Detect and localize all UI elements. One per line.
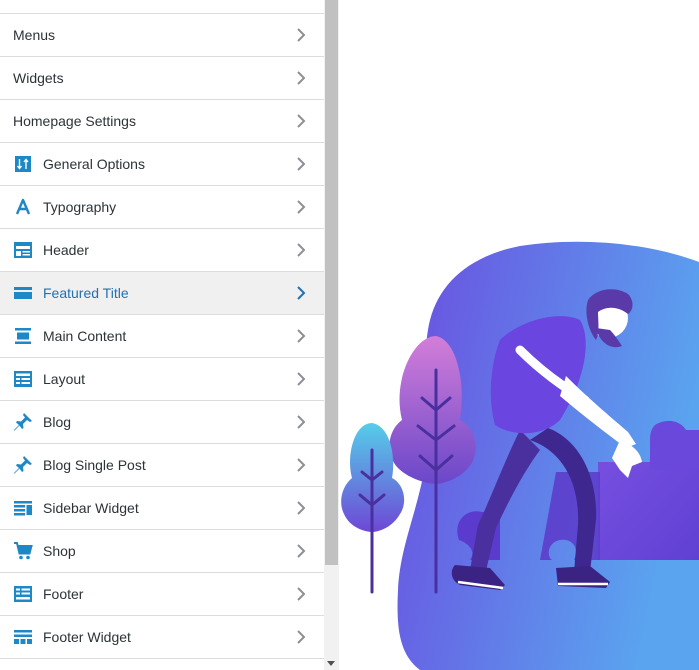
panel-item-label: Header [43, 242, 89, 258]
panel-item-label: Main Content [43, 328, 127, 344]
panel-item-label: General Options [43, 156, 145, 172]
sidebar-widget-icon [13, 498, 33, 518]
panel-item-label: Sidebar Widget [43, 500, 139, 516]
panel-item-label: Footer [43, 586, 84, 602]
chevron-right-icon [297, 415, 306, 429]
panel-item-typography[interactable]: Typography [0, 186, 324, 229]
panel-item-label: Typography [43, 199, 117, 215]
featured-title-icon [13, 283, 33, 303]
scroll-down-arrow-icon[interactable] [327, 661, 335, 666]
panel-item-label: Featured Title [43, 285, 129, 301]
chevron-right-icon [297, 28, 306, 42]
chevron-right-icon [297, 630, 306, 644]
sort-arrows-icon [13, 154, 33, 174]
layout-icon [13, 369, 33, 389]
chevron-right-icon [297, 372, 306, 386]
footer-icon [13, 584, 33, 604]
panel-item-blog-single-post[interactable]: Blog Single Post [0, 444, 324, 487]
main-content-icon [13, 326, 33, 346]
panel-item-footer-widget[interactable]: Footer Widget [0, 616, 324, 659]
chevron-right-icon [297, 157, 306, 171]
footer-widget-icon [13, 627, 33, 647]
customizer-sidebar: Menus Widgets Homepage Settings General … [0, 0, 324, 670]
panel-item-layout[interactable]: Layout [0, 358, 324, 401]
header-icon [13, 240, 33, 260]
pin-icon [13, 455, 33, 475]
panel-item-general-options[interactable]: General Options [0, 143, 324, 186]
typography-icon [13, 197, 33, 217]
panel-item-homepage-settings[interactable]: Homepage Settings [0, 100, 324, 143]
panel-item-label: Blog Single Post [43, 457, 146, 473]
panel-item-header[interactable]: Header [0, 229, 324, 272]
chevron-right-icon [297, 286, 306, 300]
panel-item-label: Shop [43, 543, 76, 559]
chevron-right-icon [297, 587, 306, 601]
chevron-right-icon [297, 458, 306, 472]
sidebar-scrollbar[interactable] [324, 0, 339, 670]
panel-item-label: Menus [13, 27, 56, 43]
panel-item-blog[interactable]: Blog [0, 401, 324, 444]
scrollbar-thumb[interactable] [325, 0, 338, 565]
chevron-right-icon [297, 501, 306, 515]
panel-item-sidebar-widget[interactable]: Sidebar Widget [0, 487, 324, 530]
panel-item-partial [0, 0, 324, 14]
panel-item-widgets[interactable]: Widgets [0, 57, 324, 100]
site-preview [339, 0, 699, 670]
chevron-right-icon [297, 200, 306, 214]
hero-illustration [341, 241, 699, 670]
panel-item-featured-title[interactable]: Featured Title [0, 272, 324, 315]
panel-item-label: Footer Widget [43, 629, 131, 645]
panel-item-menus[interactable]: Menus [0, 14, 324, 57]
chevron-right-icon [297, 329, 306, 343]
panel-item-label: Widgets [13, 70, 64, 86]
panel-item-label: Blog [43, 414, 72, 430]
pin-icon [13, 412, 33, 432]
panel-item-shop[interactable]: Shop [0, 530, 324, 573]
chevron-right-icon [297, 544, 306, 558]
panel-item-main-content[interactable]: Main Content [0, 315, 324, 358]
chevron-right-icon [297, 114, 306, 128]
panel-item-label: Homepage Settings [13, 113, 136, 129]
chevron-right-icon [297, 243, 306, 257]
panel-item-footer[interactable]: Footer [0, 573, 324, 616]
cart-icon [13, 541, 33, 561]
chevron-right-icon [297, 71, 306, 85]
panel-item-label: Layout [43, 371, 86, 387]
